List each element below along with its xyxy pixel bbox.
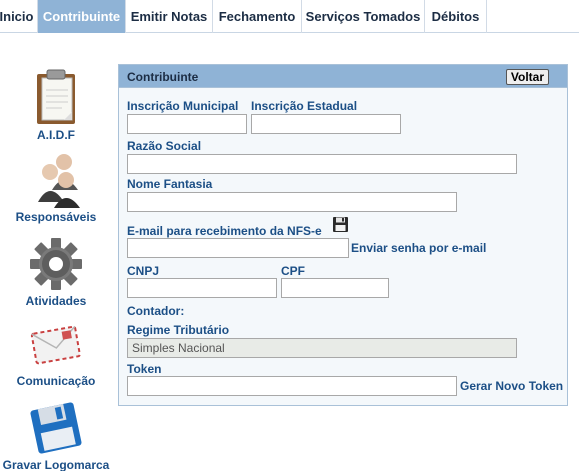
envelope-icon [30,325,81,365]
tab-servicos-tomados[interactable]: Serviços Tomados [302,0,425,33]
regime-tributario-input [127,338,517,358]
inscricao-municipal-label: Inscrição Municipal [127,99,239,113]
sidebar-item-label: Comunicação [16,374,96,388]
razao-social-label: Razão Social [127,139,202,153]
sidebar-item-responsaveis[interactable]: Responsáveis [0,150,112,224]
inscricao-estadual-label: Inscrição Estadual [251,99,358,113]
sidebar-item-label: A.I.D.F [37,128,75,142]
tab-inicio[interactable]: Inicio [0,0,38,33]
cpf-input[interactable] [281,278,389,298]
tab-debitos[interactable]: Débitos [425,0,487,33]
token-input[interactable] [127,376,457,396]
sidebar-item-label: Atividades [25,294,87,308]
sidebar-item-aidf[interactable]: A.I.D.F [0,68,112,142]
email-input[interactable] [127,238,349,258]
contribuinte-panel: Contribuinte Voltar Inscrição Municipal … [118,64,568,406]
regime-tributario-label: Regime Tributário [127,323,230,337]
cnpj-input[interactable] [127,278,277,298]
people-icon [38,154,80,208]
token-label: Token [127,362,162,376]
panel-header: Contribuinte Voltar [119,65,567,88]
enviar-senha-link[interactable]: Enviar senha por e-mail [351,241,486,255]
top-nav: Inicio Contribuinte Emitir Notas Fechame… [0,0,579,33]
clipboard-icon [37,69,75,124]
floppy-disk-icon[interactable] [332,216,349,233]
cpf-label: CPF [281,264,305,278]
cnpj-label: CNPJ [127,264,160,278]
sidebar-item-label: Responsáveis [15,210,97,224]
tab-fechamento[interactable]: Fechamento [213,0,302,33]
voltar-button[interactable]: Voltar [505,69,549,85]
inscricao-estadual-input[interactable] [251,114,401,134]
nome-fantasia-input[interactable] [127,192,457,212]
gear-icon [30,238,82,290]
sidebar-item-gravar-logomarca[interactable]: Gravar Logomarca [0,398,112,471]
floppy-disk-icon [30,402,82,454]
sidebar-item-comunicacao[interactable]: Comunicação [0,318,112,388]
sidebar-item-atividades[interactable]: Atividades [0,234,112,308]
sidebar-item-label: Gravar Logomarca [2,458,110,471]
contador-label: Contador: [127,304,185,318]
email-label: E-mail para recebimento da NFS-e [127,224,322,238]
gerar-novo-token-link[interactable]: Gerar Novo Token [460,379,563,393]
nome-fantasia-label: Nome Fantasia [127,177,213,191]
tab-contribuinte[interactable]: Contribuinte [38,0,126,33]
razao-social-input[interactable] [127,154,517,174]
tab-emitir-notas[interactable]: Emitir Notas [126,0,213,33]
inscricao-municipal-input[interactable] [127,114,247,134]
panel-title: Contribuinte [127,70,199,84]
